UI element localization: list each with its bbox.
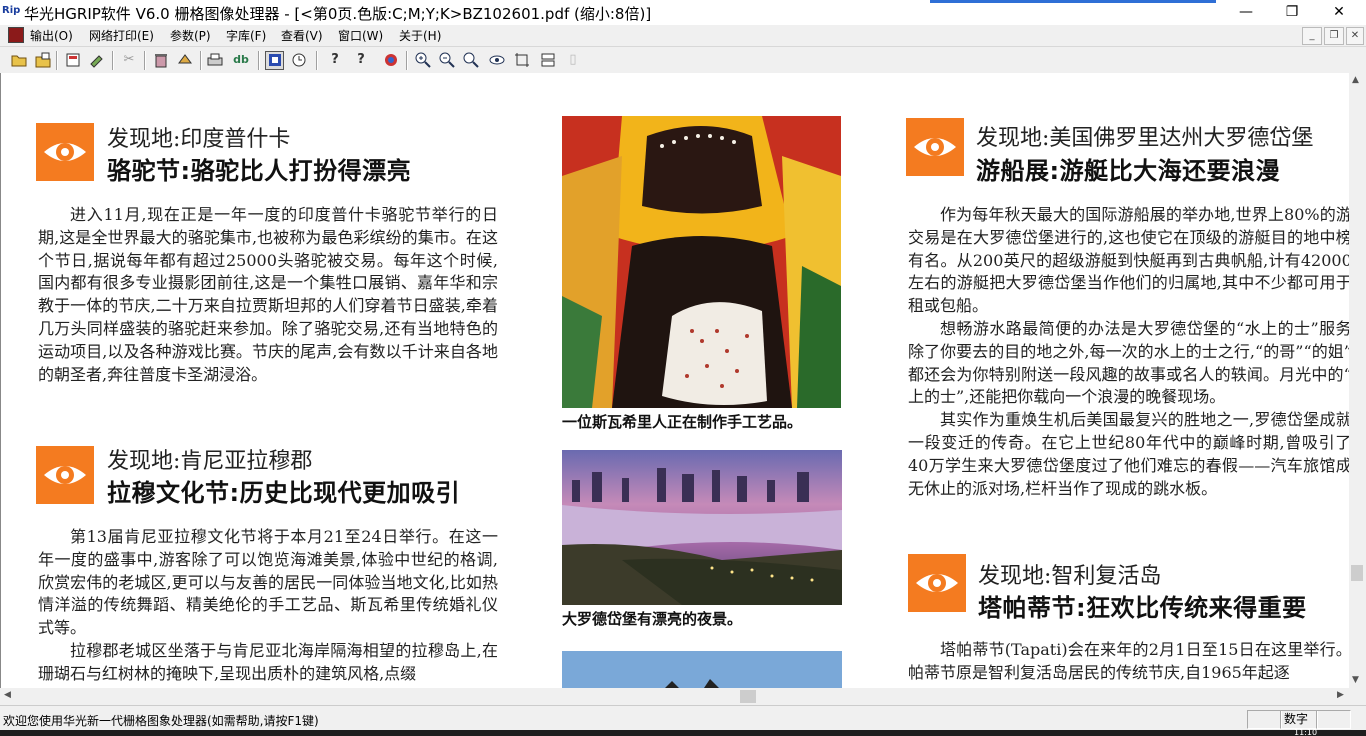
window-title: 华光HGRIP软件 V6.0 栅格图像处理器 - [<第0页.色版:C;M;Y;… (24, 5, 652, 23)
preview-icon[interactable] (488, 51, 506, 69)
toolbar-separator (258, 51, 260, 70)
section-headline: 游船展:游艇比大海还要浪漫 (976, 157, 1281, 185)
eye-icon (908, 554, 966, 612)
article-body: 塔帕蒂节(Tapati)会在来年的2月1日至15日在这里举行。塔帕蒂节原是智利复… (908, 639, 1350, 685)
delete-icon[interactable] (152, 51, 170, 69)
scroll-left-icon[interactable]: ◀ (4, 690, 11, 700)
status-pane (1316, 710, 1351, 729)
status-message: 欢迎您使用华光新一代栅格图象处理器(如需帮助,请按F1键) (3, 714, 319, 728)
taskbar-clock: 11:10 (1294, 728, 1318, 736)
print-setup-icon[interactable] (64, 51, 82, 69)
eye-icon (36, 446, 94, 504)
zoom-out-icon[interactable] (438, 51, 456, 69)
menu-view[interactable]: 查看(V) (281, 27, 323, 44)
paragraph: 塔帕蒂节(Tapati)会在来年的2月1日至15日在这里举行。塔帕蒂节原是智利复… (908, 640, 1350, 682)
eye-icon (906, 118, 964, 176)
title-accent-bar (930, 0, 1216, 3)
mdi-minimize-button[interactable]: _ (1302, 27, 1322, 45)
paint-icon[interactable] (88, 51, 106, 69)
scroll-up-icon[interactable]: ▲ (1352, 75, 1359, 85)
taskbar: 11:10 (0, 728, 1366, 736)
toolbar: ✂ db ? ? ▯ (0, 46, 1366, 75)
mdi-close-button[interactable]: ✕ (1346, 27, 1364, 45)
database-icon[interactable]: db (232, 51, 250, 69)
minimize-button[interactable]: — (1223, 0, 1269, 25)
vertical-scrollbar[interactable]: ▲ ▼ (1349, 73, 1366, 688)
menu-output[interactable]: 输出(O) (30, 27, 73, 44)
context-help-icon[interactable]: ? (352, 51, 370, 69)
world-icon[interactable] (382, 51, 400, 69)
status-pane (1247, 710, 1282, 729)
photo-caption: 大罗德岱堡有漂亮的夜景。 (562, 610, 743, 628)
settings-icon[interactable] (176, 51, 194, 69)
zoom-fit-icon[interactable] (462, 51, 480, 69)
paragraph: 作为每年秋天最大的国际游船展的举办地,世界上80%的游艇交易是在大罗德岱堡进行的… (908, 205, 1350, 316)
paragraph: 拉穆郡老城区坐落于与肯尼亚北海岸隔海相望的拉穆岛上,在珊瑚石与红树林的掩映下,呈… (38, 640, 498, 683)
eye-icon (36, 123, 94, 181)
paragraph: 第13届肯尼亚拉穆文化节将于本月21至24日举行。在这一年一度的盛事中,游客除了… (38, 527, 498, 638)
help-icon[interactable]: ? (326, 51, 344, 69)
article-body: 作为每年秋天最大的国际游船展的举办地,世界上80%的游艇交易是在大罗德岱堡进行的… (908, 204, 1350, 500)
title-bar: Rip 华光HGRIP软件 V6.0 栅格图像处理器 - [<第0页.色版:C;… (0, 0, 1366, 25)
status-bar: 欢迎您使用华光新一代栅格图象处理器(如需帮助,请按F1键) 数字 (0, 705, 1366, 731)
menu-bar: 输出(O) 网络打印(E) 参数(P) 字库(F) 查看(V) 窗口(W) 关于… (0, 25, 1366, 46)
paragraph: 想畅游水路最简便的办法是大罗德岱堡的“水上的士”服务。除了你要去的目的地之外,每… (908, 318, 1350, 407)
paragraph: 进入11月,现在正是一年一度的印度普什卡骆驼节举行的日期,这是全世界最大的骆驼集… (38, 205, 498, 384)
app-icon: Rip (2, 5, 21, 16)
section-headline: 拉穆文化节:历史比现代更加吸引 (107, 479, 461, 507)
toolbar-separator (200, 51, 202, 70)
mdi-restore-button[interactable]: ❐ (1324, 27, 1344, 45)
zoom-in-icon[interactable] (414, 51, 432, 69)
menu-window[interactable]: 窗口(W) (338, 27, 383, 44)
close-button[interactable]: ✕ (1316, 0, 1362, 25)
print-icon[interactable] (206, 51, 224, 69)
toolbar-separator (144, 51, 146, 70)
clock-icon[interactable] (290, 51, 308, 69)
crop-icon[interactable] (513, 51, 531, 69)
paragraph: 其实作为重焕生机后美国最复兴的胜地之一,罗德岱堡成就了一段变迁的传奇。在它上世纪… (908, 410, 1350, 498)
document-icon[interactable] (8, 27, 24, 43)
layout-icon[interactable] (539, 51, 557, 69)
open-file-icon[interactable] (34, 51, 52, 69)
document-canvas[interactable]: 发现地:印度普什卡 骆驼节:骆驼比人打扮得漂亮 进入11月,现在正是一年一度的印… (0, 73, 1350, 688)
island-photo (562, 651, 842, 688)
craftswoman-photo (562, 116, 841, 408)
menu-about[interactable]: 关于(H) (399, 27, 441, 44)
horizontal-scrollbar[interactable]: ◀ ▶ (0, 688, 1349, 705)
section-place: 发现地:印度普什卡 (107, 127, 291, 152)
section-place: 发现地:智利复活岛 (978, 564, 1162, 589)
section-place: 发现地:美国佛罗里达州大罗德岱堡 (976, 126, 1314, 151)
toolbar-separator (112, 51, 114, 70)
scroll-right-icon[interactable]: ▶ (1337, 690, 1344, 700)
night-city-photo (562, 450, 842, 605)
menu-fonts[interactable]: 字库(F) (226, 27, 266, 44)
toolbar-separator (56, 51, 58, 70)
menu-parameters[interactable]: 参数(P) (170, 27, 211, 44)
blank-icon[interactable]: ▯ (564, 51, 582, 69)
horizontal-scroll-thumb[interactable] (740, 690, 756, 703)
open-folder-icon[interactable] (10, 51, 28, 69)
status-mode: 数字 (1280, 710, 1318, 729)
vertical-scroll-thumb[interactable] (1351, 565, 1363, 581)
article-body: 第13届肯尼亚拉穆文化节将于本月21至24日举行。在这一年一度的盛事中,游客除了… (38, 526, 498, 686)
section-place: 发现地:肯尼亚拉穆郡 (107, 449, 313, 474)
scroll-corner (1349, 688, 1366, 705)
color-icon[interactable] (265, 51, 284, 70)
cut-icon[interactable]: ✂ (120, 51, 138, 69)
article-body: 进入11月,现在正是一年一度的印度普什卡骆驼节举行的日期,这是全世界最大的骆驼集… (38, 204, 498, 386)
menu-network-print[interactable]: 网络打印(E) (89, 27, 154, 44)
restore-button[interactable]: ❐ (1269, 0, 1315, 25)
toolbar-separator (316, 51, 318, 70)
section-headline: 塔帕蒂节:狂欢比传统来得重要 (978, 594, 1307, 622)
section-headline: 骆驼节:骆驼比人打扮得漂亮 (107, 157, 412, 185)
toolbar-separator (406, 51, 408, 70)
photo-caption: 一位斯瓦希里人正在制作手工艺品。 (562, 413, 803, 431)
scroll-down-icon[interactable]: ▼ (1352, 675, 1359, 685)
